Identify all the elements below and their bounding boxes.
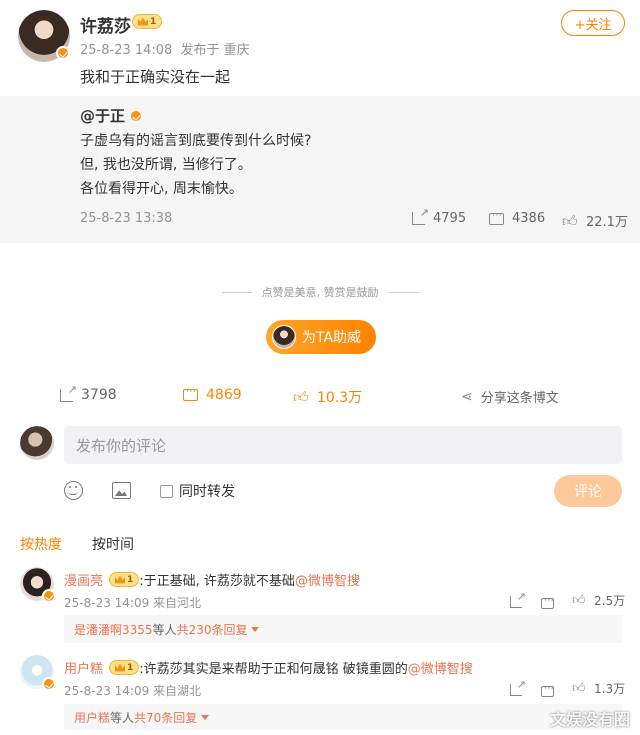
comment-meta: 25-8-23 14:09 来自河北 (64, 596, 202, 610)
level-badge: 1 (132, 14, 163, 29)
reply-user[interactable]: 是潘潘啊3355 (74, 621, 153, 638)
verified-badge-icon (42, 589, 56, 603)
post-source: 发布于 重庆 (180, 43, 250, 58)
verified-badge-icon (56, 46, 70, 60)
tab-hot[interactable]: 按热度 (20, 534, 62, 554)
comment-reply-icon[interactable] (541, 594, 554, 613)
retweet-author[interactable]: @于正 (80, 105, 144, 126)
share-icon (412, 206, 429, 225)
replies-bar: 用户糕 等人 共70条回复 (64, 704, 622, 730)
crown-icon (115, 575, 126, 584)
retweet-time[interactable]: 25-8-23 13:38 (80, 211, 172, 226)
share-nodes-icon: ⋖ (461, 388, 473, 405)
author-avatar-small (272, 325, 296, 349)
reply-user[interactable]: 用户糕 (74, 709, 110, 726)
tab-time[interactable]: 按时间 (92, 534, 134, 554)
thumbs-up-icon: 👍︎ (293, 388, 309, 406)
comment-text: :于正基础, 许荔莎就不基础 (139, 574, 295, 589)
post-text: 我和于正确实没在一起 (80, 68, 231, 86)
retweet-line: 但, 我也没所谓, 当修行了。 (80, 157, 252, 173)
comment-repost-icon[interactable] (510, 590, 526, 612)
comment-input[interactable]: 发布你的评论 (64, 426, 622, 464)
retweet-line: 子虚乌有的谣言到底要传到什么时候? (80, 133, 312, 149)
verified-badge-icon (129, 108, 144, 123)
caret-down-icon (201, 714, 210, 720)
thumbs-up-icon: 👍︎ (562, 211, 578, 230)
my-avatar[interactable] (20, 426, 54, 460)
comment-meta: 25-8-23 14:09 来自湖北 (64, 684, 202, 698)
reward-tagline: 点赞是美意, 赞赏是鼓励 (0, 284, 640, 300)
like-button[interactable]: 👍︎ 10.3万 (293, 387, 362, 407)
comment-icon (489, 210, 504, 225)
level-badge: 1 (109, 660, 140, 675)
image-icon[interactable] (112, 482, 131, 499)
repost-checkbox[interactable]: 同时转发 (160, 481, 235, 501)
comment-button[interactable]: 4869 (183, 386, 242, 403)
retweet-line: 各位看得开心, 周末愉快。 (80, 181, 243, 197)
verified-badge-icon (42, 677, 56, 691)
comment-icon (183, 386, 198, 401)
post-meta: 25-8-23 14:08 发布于 重庆 (80, 39, 250, 58)
retweet-like-button[interactable]: 👍︎ 22.1万 (562, 211, 628, 231)
watermark: 文娱没有圈 (549, 710, 630, 729)
follow-button[interactable]: +关注 (561, 10, 625, 36)
comment-body: 漫画亮 1 :于正基础, 许荔莎就不基础 @微博智搜 (64, 570, 360, 589)
expand-replies-link[interactable]: 共230条回复 (177, 621, 248, 638)
retweet-repost-button[interactable]: 4795 (412, 206, 466, 226)
retweet-comment-button[interactable]: 4386 (489, 210, 545, 226)
crown-icon (115, 663, 126, 672)
divider (388, 291, 419, 293)
commenter-name[interactable]: 漫画亮 (64, 570, 103, 589)
reward-button[interactable]: 为TA助威 (266, 320, 376, 354)
post-time[interactable]: 25-8-23 14:08 (80, 43, 172, 58)
caret-down-icon (251, 626, 260, 632)
level-badge: 1 (109, 572, 140, 587)
expand-replies-link[interactable]: 共70条回复 (134, 709, 197, 726)
repost-button[interactable]: 3798 (60, 383, 117, 403)
thumbs-up-icon: 👍︎ (572, 680, 586, 696)
emoji-icon[interactable] (64, 481, 83, 500)
mention-link[interactable]: @微博智搜 (295, 570, 360, 589)
comment-reply-icon[interactable] (541, 682, 554, 701)
replies-bar: 是潘潘啊3355 等人 共230条回复 (64, 615, 622, 643)
commenter-name[interactable]: 用户糕 (64, 658, 103, 677)
comment-like-button[interactable]: 👍︎ 1.3万 (572, 680, 625, 697)
comment-text: :许荔莎其实是来帮助于正和何晟铭 破镜重圆的 (139, 662, 408, 677)
checkbox-icon (160, 484, 173, 498)
submit-comment-button[interactable]: 评论 (554, 475, 622, 507)
author-name[interactable]: 许荔莎 (80, 12, 131, 37)
comment-body: 用户糕 1 :许荔莎其实是来帮助于正和何晟铭 破镜重圆的 @微博智搜 (64, 658, 473, 677)
comment-repost-icon[interactable] (510, 678, 526, 700)
comment-like-button[interactable]: 👍︎ 2.5万 (572, 592, 625, 609)
crown-icon (138, 17, 148, 26)
share-icon (60, 383, 77, 402)
share-post-button[interactable]: ⋖ 分享这条博文 (461, 387, 559, 407)
mention-link[interactable]: @微博智搜 (408, 658, 473, 677)
divider (221, 291, 252, 293)
thumbs-up-icon: 👍︎ (572, 592, 586, 608)
